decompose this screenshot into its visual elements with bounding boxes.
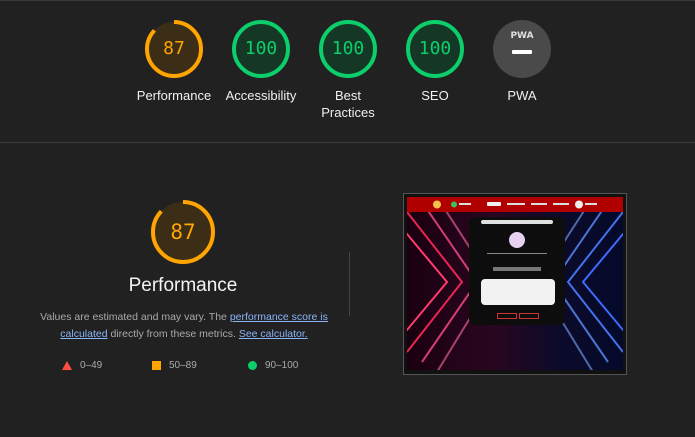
gauge-score: 87 [163, 38, 185, 59]
performance-score: 87 [170, 220, 196, 244]
legend-average: 50–89 [152, 358, 197, 374]
score-legend: 0–49 50–89 90–100 [0, 358, 400, 374]
gauge-accessibility[interactable]: 100 Accessibility [216, 19, 306, 104]
gauge-ring: 100 [231, 19, 291, 79]
top-border [0, 0, 695, 1]
thumbnail-modal [469, 217, 565, 325]
legend-fail: 0–49 [62, 358, 102, 374]
gauge-ring: 100 [318, 19, 378, 79]
performance-gauge-large: 87 [150, 199, 216, 265]
gauge-score: 100 [244, 38, 278, 59]
legend-fail-range: 0–49 [80, 360, 103, 371]
circle-icon [248, 360, 257, 370]
gauge-score: 100 [418, 38, 452, 59]
gauge-label: PWA [507, 88, 537, 103]
gauge-seo[interactable]: 100 SEO [390, 19, 480, 104]
thumbnail-body [407, 212, 623, 370]
square-icon [152, 360, 161, 370]
performance-title: Performance [128, 275, 238, 296]
gauge-pwa[interactable]: PWA PWA [477, 19, 567, 104]
gauge-label: Performance [136, 88, 212, 103]
pwa-icon: PWA [510, 31, 534, 41]
section-divider [0, 142, 695, 143]
gauge-best-practices[interactable]: 100 Best Practices [303, 19, 393, 121]
gauge-score: 100 [331, 38, 365, 59]
gauge-ring: 100 [405, 19, 465, 79]
desc-text: directly from these metrics. [107, 328, 239, 340]
gauge-performance[interactable]: 87 Performance [129, 19, 219, 104]
see-calculator-link[interactable]: See calculator. [239, 328, 308, 340]
score-gauges: 87 Performance 100 Accessibility 100 Bes… [0, 19, 695, 129]
gauge-label: Accessibility [225, 88, 297, 103]
legend-average-range: 50–89 [169, 360, 197, 371]
legend-pass-range: 90–100 [265, 360, 299, 371]
gauge-label: Best Practices [321, 88, 375, 120]
legend-pass: 90–100 [248, 358, 298, 374]
gauge-ring: 87 [144, 19, 204, 79]
vertical-separator [349, 252, 350, 316]
gauge-label: SEO [421, 88, 449, 103]
triangle-icon [62, 360, 72, 370]
performance-description: Values are estimated and may vary. The p… [36, 309, 332, 343]
gauge-ring: PWA [492, 19, 552, 79]
final-screenshot-thumbnail[interactable] [403, 193, 627, 375]
desc-text: Values are estimated and may vary. The [40, 311, 230, 323]
thumbnail-navbar [407, 197, 623, 212]
